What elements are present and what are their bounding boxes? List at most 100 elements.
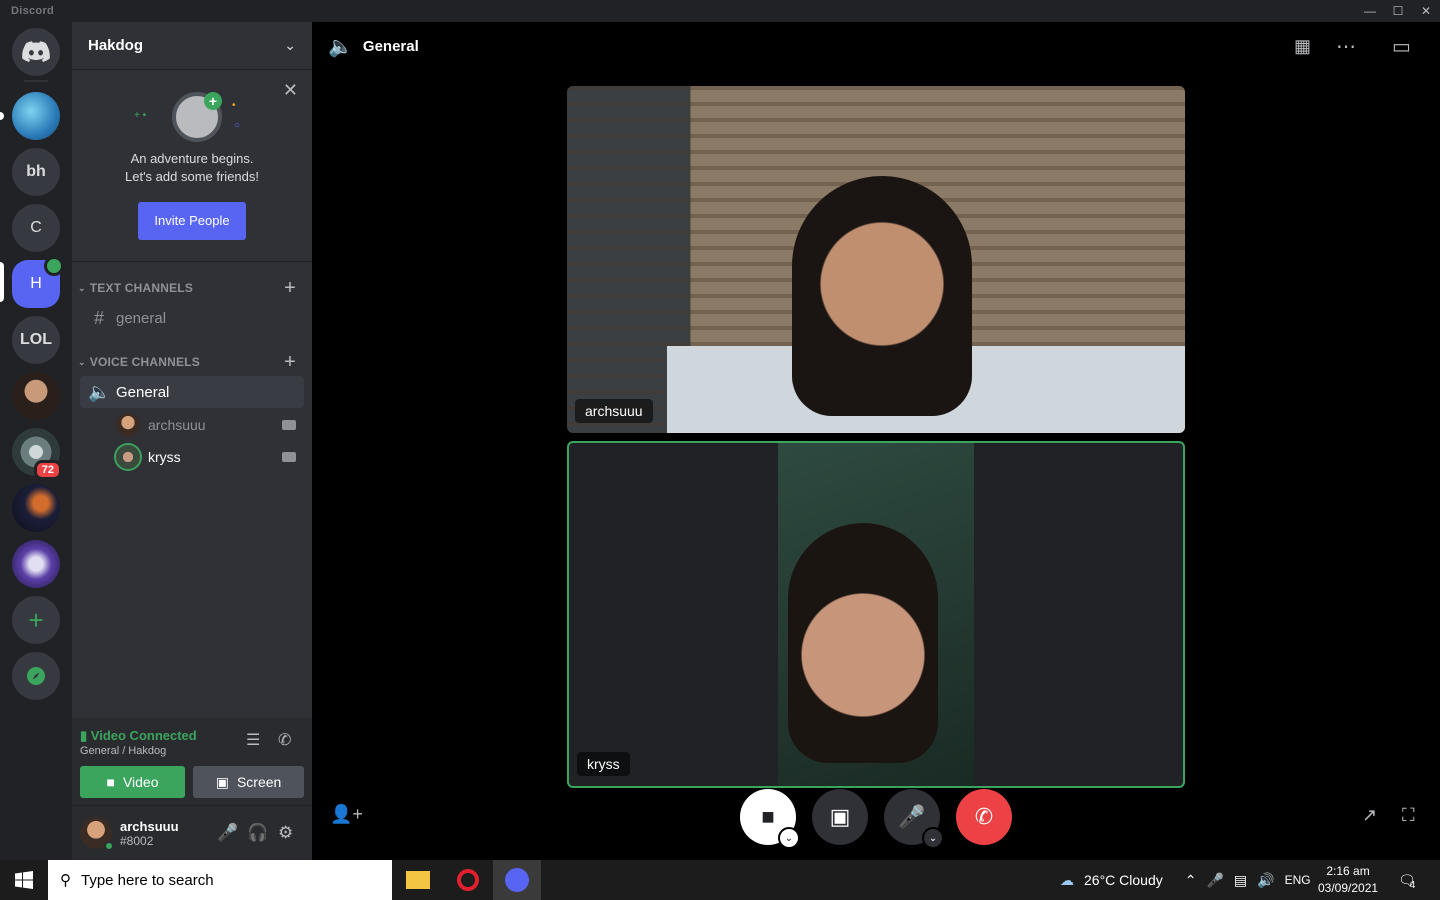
explore-servers-button[interactable]	[12, 652, 60, 700]
pop-out-icon[interactable]: ↗	[1362, 805, 1377, 826]
server-header[interactable]: Hakdog ⌄	[72, 22, 312, 70]
guild-c[interactable]: C	[12, 204, 60, 252]
headphones-icon[interactable]: 🎧	[247, 823, 268, 843]
discord-logo-icon	[22, 41, 50, 62]
add-server-button[interactable]: +	[12, 596, 60, 644]
create-channel-icon[interactable]: +	[284, 277, 296, 300]
chevron-down-icon: ⌄	[78, 282, 86, 293]
online-status-icon	[104, 841, 114, 851]
create-channel-icon[interactable]: +	[284, 351, 296, 374]
more-options-icon[interactable]: ⋯	[1336, 34, 1356, 59]
channel-sidebar: Hakdog ⌄ ✕ + • • ○ + An adventure begins…	[72, 22, 312, 860]
avatar[interactable]	[80, 817, 114, 851]
guild-avatar-4[interactable]	[12, 484, 60, 532]
microphone-icon[interactable]: 🎤	[217, 823, 238, 843]
search-box[interactable]: ⚲ Type here to search	[48, 860, 392, 900]
video-button[interactable]: ■ Video	[80, 766, 185, 798]
start-button[interactable]	[0, 860, 48, 900]
grid-layout-icon[interactable]: ▦	[1294, 36, 1311, 57]
mention-badge: 72	[33, 460, 62, 480]
inbox-icon[interactable]: ▭	[1392, 34, 1411, 59]
voice-user-kryss[interactable]: kryss	[116, 443, 304, 471]
title-bar: Discord — ☐ ✕	[0, 0, 1440, 22]
microphone-icon[interactable]: 🎤	[1206, 872, 1223, 889]
video-tile-kryss[interactable]: kryss	[567, 441, 1185, 788]
server-name: Hakdog	[88, 37, 144, 54]
search-placeholder: Type here to search	[81, 871, 214, 889]
chevron-down-icon[interactable]: ⌄	[778, 827, 800, 849]
guild-h[interactable]: H	[12, 256, 64, 308]
minimize-button[interactable]: —	[1355, 0, 1385, 22]
guild-avatar-2[interactable]	[12, 372, 60, 420]
user-info[interactable]: archsuuu #8002	[120, 819, 179, 848]
date-text: 03/09/2021	[1318, 881, 1379, 895]
network-icon[interactable]: ▤	[1234, 872, 1247, 889]
disconnect-icon[interactable]: ✆	[278, 730, 291, 750]
volume-icon[interactable]: 🔊	[1257, 872, 1274, 889]
maximize-button[interactable]: ☐	[1383, 0, 1413, 22]
time-text: 2:16 am	[1326, 864, 1370, 878]
participant-label: archsuuu	[575, 399, 653, 423]
home-button[interactable]	[12, 28, 60, 76]
screen-share-button[interactable]: ▣ Screen	[193, 766, 304, 798]
chevron-up-icon[interactable]: ⌃	[1185, 872, 1197, 889]
screen-share-icon: ▣	[829, 804, 851, 829]
chevron-down-icon: ⌄	[284, 37, 296, 53]
add-user-icon[interactable]: 👤+	[330, 804, 363, 825]
taskbar: ⚲ Type here to search ☁ 26°C Cloudy ⌃ 🎤 …	[0, 860, 1440, 900]
avatar	[116, 445, 140, 469]
guild-avatar-3[interactable]: 72	[12, 428, 62, 480]
guild-lol[interactable]: LOL	[12, 316, 60, 364]
close-button[interactable]: ✕	[1411, 0, 1440, 22]
camera-icon: ■	[761, 804, 775, 829]
user-tag: #8002	[120, 833, 154, 848]
guild-initials: LOL	[20, 331, 52, 348]
disconnect-button[interactable]: ✆	[956, 789, 1012, 845]
noise-suppression-icon[interactable]: ☰	[246, 730, 260, 750]
language-indicator[interactable]: ENG	[1285, 873, 1311, 887]
plus-icon: +	[28, 604, 44, 635]
guild-separator	[24, 80, 48, 82]
mute-button[interactable]: 🎤 ⌄	[884, 789, 944, 849]
clock[interactable]: 2:16 am 03/09/2021	[1318, 860, 1378, 900]
voice-user-archsuuu[interactable]: archsuuu	[116, 411, 304, 439]
server-list: bh C H LOL 72 +	[0, 22, 72, 860]
file-explorer-app[interactable]	[394, 860, 442, 900]
channel-name: general	[116, 309, 167, 327]
guild-avatar-1[interactable]	[12, 92, 60, 140]
opera-app[interactable]	[444, 860, 492, 900]
voice-channels-category[interactable]: ⌄ VOICE CHANNELS +	[72, 351, 312, 374]
video-tile-archsuuu[interactable]: archsuuu	[567, 86, 1185, 433]
camera-toggle-button[interactable]: ■ ⌄	[740, 789, 800, 849]
channel-general-voice[interactable]: 🔈 General	[80, 376, 304, 408]
user-panel: archsuuu #8002 🎤 🎧 ⚙	[72, 806, 312, 860]
weather-text[interactable]: 26°C Cloudy	[1084, 872, 1163, 888]
guild-initials: bh	[26, 163, 46, 180]
settings-gear-icon[interactable]: ⚙	[278, 823, 293, 843]
share-screen-button[interactable]: ▣	[812, 789, 868, 845]
fullscreen-icon[interactable]: ⛶	[1402, 805, 1415, 826]
camera-icon: ■	[106, 774, 115, 790]
text-channels-category[interactable]: ⌄ TEXT CHANNELS +	[72, 277, 312, 300]
channel-general-text[interactable]: # general	[80, 302, 304, 334]
guild-avatar-5[interactable]	[12, 540, 60, 588]
close-icon[interactable]: ✕	[283, 80, 298, 101]
app-name: Discord	[11, 5, 55, 17]
category-label: TEXT CHANNELS	[89, 281, 194, 295]
screen-share-icon: ▣	[215, 773, 229, 790]
search-icon: ⚲	[60, 872, 71, 889]
discord-app[interactable]	[493, 860, 541, 900]
guild-bh[interactable]: bh	[12, 148, 60, 196]
invite-people-button[interactable]: Invite People	[138, 202, 246, 240]
connection-location[interactable]: General / Hakdog	[80, 745, 166, 757]
voice-user-name: archsuuu	[148, 417, 206, 433]
cloud-icon: ☁	[1060, 871, 1074, 888]
windows-logo-icon	[15, 871, 33, 889]
action-center-button[interactable]: 🗨 4	[1398, 860, 1416, 900]
person-shape	[788, 523, 938, 763]
video-indicator-icon	[44, 256, 64, 276]
speaker-icon: 🔈	[328, 35, 353, 58]
plus-badge-icon: +	[204, 92, 222, 110]
category-label: VOICE CHANNELS	[89, 355, 200, 369]
chevron-down-icon[interactable]: ⌄	[922, 827, 944, 849]
